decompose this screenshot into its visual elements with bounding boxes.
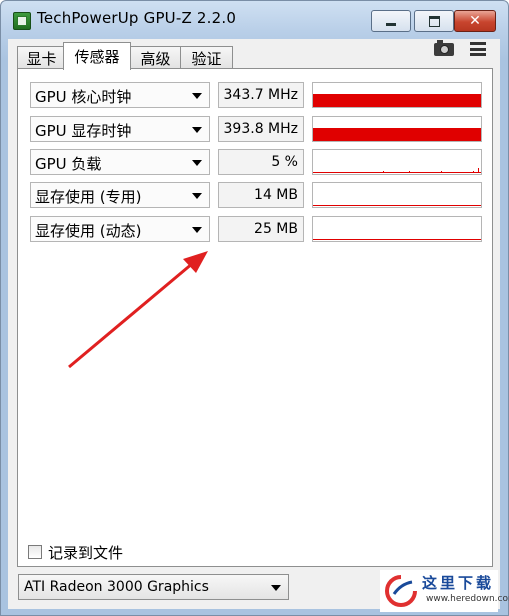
tab-label: 显卡 — [26, 49, 57, 68]
watermark: 这里下载 www.heredown.com — [380, 570, 509, 612]
tab-label: 传感器 — [74, 48, 120, 66]
gpu-selector-dropdown[interactable]: ATI Radeon 3000 Graphics — [18, 574, 289, 600]
watermark-url: www.heredown.com — [426, 594, 509, 604]
sensor-graph — [312, 116, 482, 142]
sensor-value-field: 5 % — [218, 149, 304, 175]
chevron-down-icon — [192, 127, 202, 133]
close-button[interactable]: ✕ — [454, 10, 496, 32]
sensor-graph — [312, 149, 482, 175]
gpu-z-window: TechPowerUp GPU-Z 2.2.0 ✕ 显卡 传感器 高级 验证 G… — [0, 0, 509, 616]
maximize-button[interactable] — [414, 10, 454, 32]
sensor-value-field: 25 MB — [218, 216, 304, 242]
graph-fill — [313, 94, 481, 107]
tab-advanced[interactable]: 高级 — [129, 46, 182, 69]
graph-baseline — [313, 239, 481, 240]
sensor-row: 显存使用 (动态) 25 MB — [18, 216, 492, 242]
maximize-icon — [428, 15, 440, 27]
tab-sensors[interactable]: 传感器 — [63, 42, 131, 70]
log-to-file-checkbox[interactable] — [28, 545, 42, 559]
sensor-name-dropdown[interactable]: 显存使用 (动态) — [30, 216, 210, 242]
sensor-name-dropdown[interactable]: 显存使用 (专用) — [30, 182, 210, 208]
sensor-value-field: 14 MB — [218, 182, 304, 208]
sensor-graph — [312, 82, 482, 108]
watermark-title: 这里下载 — [422, 574, 495, 592]
sensor-name-dropdown[interactable]: GPU 显存时钟 — [30, 116, 210, 142]
sensor-name: 显存使用 (专用) — [35, 188, 142, 206]
tab-graphics-card[interactable]: 显卡 — [17, 46, 66, 69]
sensor-value-field: 393.8 MHz — [218, 116, 304, 142]
close-icon: ✕ — [469, 13, 481, 29]
sensor-row: GPU 显存时钟 393.8 MHz — [18, 116, 492, 142]
sensor-name: 显存使用 (动态) — [35, 222, 142, 240]
chevron-down-icon — [192, 160, 202, 166]
graph-spike — [478, 168, 479, 173]
menu-icon[interactable] — [470, 42, 486, 56]
window-title: TechPowerUp GPU-Z 2.2.0 — [37, 9, 237, 27]
sensor-row: GPU 负载 5 % — [18, 149, 492, 175]
sensor-graph — [312, 216, 482, 242]
graph-fill — [313, 128, 481, 141]
graph-baseline — [313, 205, 481, 206]
log-to-file-label: 记录到文件 — [48, 544, 124, 562]
graph-spike — [409, 171, 410, 173]
sensor-name-dropdown[interactable]: GPU 核心时钟 — [30, 82, 210, 108]
sensor-value-field: 343.7 MHz — [218, 82, 304, 108]
chevron-down-icon — [192, 193, 202, 199]
sensor-row: 显存使用 (专用) 14 MB — [18, 182, 492, 208]
minimize-button[interactable] — [371, 10, 411, 32]
chevron-down-icon — [192, 227, 202, 233]
graph-baseline — [313, 172, 481, 173]
chevron-down-icon — [271, 585, 281, 591]
sensor-name: GPU 核心时钟 — [35, 88, 132, 106]
sensor-name-dropdown[interactable]: GPU 负载 — [30, 149, 210, 175]
tab-validation[interactable]: 验证 — [180, 46, 233, 69]
client-area: 显卡 传感器 高级 验证 GPU 核心时钟 343.7 MHz GPU 显存时钟 — [8, 39, 500, 609]
graph-spike — [441, 171, 442, 173]
title-bar[interactable]: TechPowerUp GPU-Z 2.2.0 ✕ — [1, 1, 508, 39]
minimize-icon — [386, 22, 396, 26]
sensor-value: 343.7 MHz — [223, 87, 298, 103]
gpu-z-app-icon — [13, 12, 31, 30]
tab-label: 验证 — [191, 49, 222, 68]
gpu-selector-value: ATI Radeon 3000 Graphics — [24, 579, 209, 595]
sensor-graph — [312, 182, 482, 208]
chevron-down-icon — [192, 93, 202, 99]
camera-icon[interactable] — [434, 40, 454, 56]
sensor-value: 393.8 MHz — [223, 121, 298, 137]
sensors-panel: GPU 核心时钟 343.7 MHz GPU 显存时钟 393.8 MHz GP… — [17, 68, 493, 567]
graph-spike — [473, 171, 474, 173]
sensor-value: 5 % — [271, 154, 298, 170]
sensor-name: GPU 显存时钟 — [35, 122, 132, 140]
watermark-logo-icon — [385, 575, 417, 607]
tab-label: 高级 — [140, 49, 171, 68]
sensor-value: 14 MB — [254, 187, 298, 203]
sensor-row: GPU 核心时钟 343.7 MHz — [18, 82, 492, 108]
sensor-value: 25 MB — [254, 221, 298, 237]
sensor-name: GPU 负载 — [35, 155, 102, 173]
graph-spike — [383, 171, 384, 173]
